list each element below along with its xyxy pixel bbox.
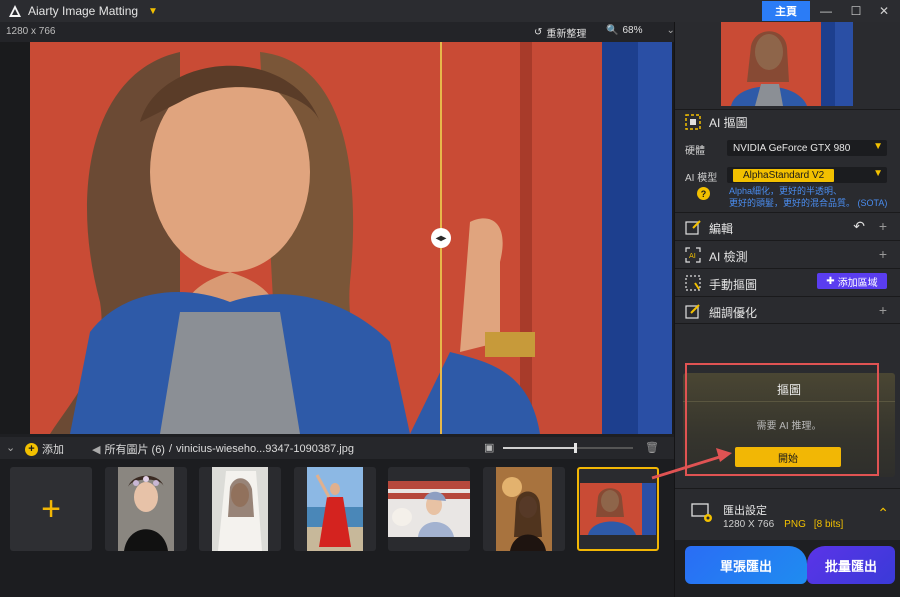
slider-knob[interactable]: [573, 443, 577, 453]
preview-thumbnail: [721, 22, 853, 106]
refine-section[interactable]: 細調優化 +: [675, 296, 900, 324]
thumbnail-3[interactable]: [294, 467, 376, 551]
thumb-woman-with-dog-image: [388, 481, 470, 537]
right-panel: AI 摳圖 硬體 NVIDIA GeForce GTX 980 ▼ AI 模型 …: [674, 22, 900, 597]
expand-plus-icon[interactable]: +: [879, 246, 887, 262]
add-image-tile[interactable]: +: [10, 467, 92, 551]
help-icon[interactable]: ?: [697, 187, 710, 200]
export-info: 1280 X 766 PNG [8 bits]: [723, 519, 843, 530]
undo-icon[interactable]: ↶: [853, 218, 865, 235]
home-button[interactable]: 主頁: [762, 1, 810, 21]
hardware-select[interactable]: NVIDIA GeForce GTX 980 ▼: [727, 140, 887, 156]
export-buttons: 單張匯出 批量匯出: [675, 540, 900, 597]
model-value: AlphaStandard V2: [733, 168, 835, 182]
ai-detect-section[interactable]: AI AI 檢測 +: [675, 240, 900, 268]
image-canvas[interactable]: ◂▸: [0, 42, 674, 434]
thumb-woman-sunset-image: [496, 467, 552, 551]
expand-plus-icon[interactable]: +: [879, 218, 887, 234]
svg-text:AI: AI: [689, 252, 696, 260]
current-file-name: vinicius-wieseho...9347-1090387.jpg: [176, 443, 354, 455]
thumb-girl-flower-crown-image: [118, 467, 174, 551]
refine-title: 細調優化: [709, 306, 758, 320]
chevron-down-icon: ▼: [873, 168, 883, 179]
model-description-line2: 更好的頭髮，更好的混合品質。 (SOTA): [729, 198, 888, 208]
zoom-value: 68%: [622, 25, 643, 36]
export-settings-icon: [691, 503, 712, 522]
main-photo: [30, 42, 672, 434]
thumb-bride-white-image: [212, 467, 268, 551]
minimize-icon[interactable]: —: [812, 0, 840, 22]
edit-section[interactable]: 編輯 ↶ +: [675, 212, 900, 240]
breadcrumb-separator: /: [168, 443, 173, 455]
edit-icon: [685, 220, 701, 235]
slider-fill: [503, 447, 575, 449]
image-size-icon: ▣: [484, 442, 495, 454]
back-icon[interactable]: ◀: [92, 443, 100, 456]
export-format: PNG: [784, 519, 806, 530]
thumbnail-size-slider[interactable]: [503, 443, 633, 453]
reset-label: 重新整理: [546, 29, 587, 40]
collapse-icon[interactable]: ⌄: [6, 441, 15, 454]
add-area-button[interactable]: ✚ 添加區域: [817, 273, 887, 289]
thumbnail-strip: +: [0, 459, 674, 597]
plus-icon: +: [41, 490, 61, 528]
add-label: 添加: [42, 444, 64, 456]
maximize-icon[interactable]: ☐: [842, 0, 870, 22]
compare-handle-icon[interactable]: ◂▸: [431, 228, 451, 248]
thumbnail-1[interactable]: [105, 467, 187, 551]
export-title: 匯出設定: [723, 505, 767, 517]
edit-title: 編輯: [709, 222, 734, 236]
thumb-red-dress-beach-image: [307, 467, 363, 551]
manual-matting-icon: [685, 275, 701, 291]
single-export-button[interactable]: 單張匯出: [685, 546, 807, 584]
title-bar: Aiarty Image Matting ▼ 主頁 — ☐ ✕: [0, 0, 900, 22]
thumbnail-5[interactable]: [483, 467, 565, 551]
add-area-label: 添加區域: [837, 277, 878, 289]
app-menu-chevron-icon[interactable]: ▼: [148, 6, 158, 17]
reset-button[interactable]: ↺ 重新整理: [534, 25, 586, 40]
app-title: Aiarty Image Matting: [28, 4, 139, 18]
thumbnail-2[interactable]: [199, 467, 281, 551]
close-icon[interactable]: ✕: [870, 0, 898, 22]
ai-detect-title: AI 檢測: [709, 250, 748, 264]
ai-detect-icon: AI: [685, 247, 701, 263]
manual-matting-title: 手動摳圖: [709, 278, 758, 292]
model-select[interactable]: AlphaStandard V2 ▼: [727, 167, 887, 183]
highlight-box: [685, 363, 879, 476]
app-window: Aiarty Image Matting ▼ 主頁 — ☐ ✕ 1280 x 7…: [0, 0, 900, 597]
model-label: AI 模型: [685, 173, 718, 184]
thumbnail-4[interactable]: [388, 467, 470, 551]
ai-matting-title: AI 摳圖: [709, 116, 748, 130]
collapse-chevron-icon[interactable]: ⌃: [877, 505, 889, 522]
trash-icon[interactable]: 🗑: [645, 441, 659, 454]
add-circle-icon: +: [25, 442, 38, 456]
chevron-down-icon: ▼: [873, 141, 883, 152]
export-dimensions: 1280 X 766: [723, 519, 775, 530]
breadcrumb: ◀ 所有圖片 (6) / vinicius-wieseho...9347-109…: [92, 441, 354, 457]
canvas-header: 1280 x 766 ↺ 重新整理 🔍 68% ⌄: [0, 22, 675, 42]
thumbnail-6-selected[interactable]: [577, 467, 659, 551]
app-logo-icon: [9, 5, 21, 17]
export-settings[interactable]: 匯出設定 1280 X 766 PNG [8 bits] ⌃: [675, 488, 900, 540]
refine-icon: [685, 304, 700, 319]
add-button[interactable]: + 添加: [25, 441, 64, 457]
batch-export-button[interactable]: 批量匯出: [807, 546, 895, 584]
image-dimensions: 1280 x 766: [6, 26, 56, 37]
add-area-icon: ✚: [826, 275, 835, 287]
bottom-toolbar: ⌄ + 添加 ◀ 所有圖片 (6) / vinicius-wieseho...9…: [0, 437, 674, 459]
ai-matting-icon: [685, 114, 701, 130]
zoom-dropdown[interactable]: 🔍 68% ⌄: [606, 25, 675, 36]
hardware-label: 硬體: [685, 146, 705, 157]
ai-matting-section: AI 摳圖 硬體 NVIDIA GeForce GTX 980 ▼ AI 模型 …: [675, 109, 900, 219]
reset-icon: ↺: [534, 27, 543, 38]
thumb-woman-red-wall-image: [580, 483, 656, 535]
all-images-link[interactable]: 所有圖片 (6): [104, 441, 165, 457]
zoom-icon: 🔍: [606, 25, 619, 36]
export-bits: [8 bits]: [813, 519, 844, 530]
hardware-value: NVIDIA GeForce GTX 980: [733, 142, 851, 154]
expand-plus-icon[interactable]: +: [879, 302, 887, 318]
